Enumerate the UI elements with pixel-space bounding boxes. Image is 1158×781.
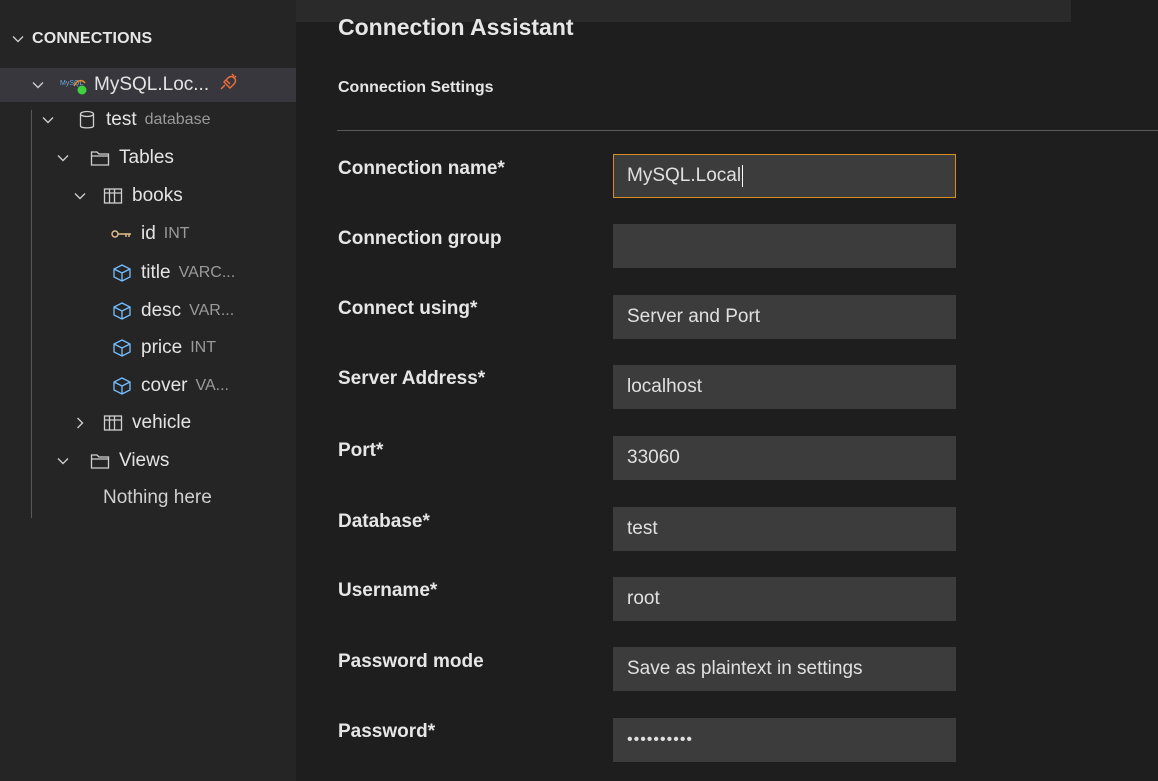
connection-name-input[interactable]: MySQL.Local — [613, 154, 956, 198]
connect-using-value: Server and Port — [627, 306, 761, 327]
table-icon — [102, 186, 124, 206]
chevron-down-icon — [30, 77, 46, 93]
disconnect-icon[interactable] — [217, 71, 239, 99]
connection-name-value: MySQL.Local — [627, 165, 742, 186]
connections-header-label: CONNECTIONS — [32, 30, 153, 47]
database-value: test — [627, 518, 658, 539]
connection-group-input[interactable] — [613, 224, 956, 268]
tree-item-column[interactable]: desc VAR... — [0, 294, 296, 328]
connections-section-header[interactable]: CONNECTIONS — [10, 30, 152, 48]
page-title: Connection Assistant — [338, 14, 574, 40]
server-address-value: localhost — [627, 376, 702, 397]
port-input[interactable]: 33060 — [613, 436, 956, 480]
password-input[interactable]: •••••••••• — [613, 718, 956, 762]
chevron-down-icon — [72, 188, 88, 204]
password-value: •••••••••• — [627, 731, 694, 748]
tree-item-table-books[interactable]: books — [0, 179, 296, 213]
views-empty-message: Nothing here — [103, 487, 212, 508]
tree-item-table-vehicle[interactable]: vehicle — [0, 406, 296, 440]
folder-icon — [89, 451, 111, 471]
connection-group-label: Connection group — [338, 228, 502, 249]
tables-folder-label: Tables — [119, 147, 174, 168]
database-label: Database* — [338, 511, 430, 532]
password-mode-select[interactable]: Save as plaintext in settings — [613, 647, 956, 691]
column-label: price — [141, 337, 183, 358]
port-value: 33060 — [627, 447, 680, 468]
column-type: INT — [163, 225, 190, 242]
column-icon — [111, 301, 133, 321]
chevron-down-icon — [10, 31, 26, 47]
table-icon — [102, 413, 124, 433]
chevron-down-icon — [55, 150, 71, 166]
connection-name-label: Connection name* — [338, 158, 505, 179]
username-label: Username* — [338, 580, 438, 601]
tree-item-connection[interactable]: MySQL MySQL.Loc... — [0, 68, 296, 102]
database-label: test — [106, 109, 137, 130]
section-title: Connection Settings — [338, 79, 494, 96]
tree-item-tables-folder[interactable]: Tables — [0, 141, 296, 175]
connect-using-label: Connect using* — [338, 298, 478, 319]
key-icon — [111, 224, 133, 244]
port-label: Port* — [338, 440, 384, 461]
tree-item-column[interactable]: id INT — [0, 217, 296, 251]
database-icon — [76, 110, 98, 130]
column-type: VAR... — [189, 302, 235, 319]
table-label: books — [132, 185, 183, 206]
app-window: CONNECTIONS MySQL MySQL.Loc... test data… — [0, 0, 1158, 781]
connections-sidebar: CONNECTIONS MySQL MySQL.Loc... test data… — [0, 0, 296, 781]
password-label: Password* — [338, 721, 436, 742]
tree-item-column[interactable]: price INT — [0, 331, 296, 365]
tree-indent-guide — [31, 110, 32, 518]
username-input[interactable]: root — [613, 577, 956, 621]
column-type: INT — [190, 339, 216, 356]
views-folder-label: Views — [119, 450, 170, 471]
column-label: cover — [141, 375, 188, 396]
connection-assistant-panel: Connection Assistant Connection Settings… — [296, 0, 1158, 781]
username-value: root — [627, 588, 660, 609]
connection-label: MySQL.Loc... — [94, 74, 210, 95]
chevron-down-icon — [40, 112, 56, 128]
column-label: desc — [141, 300, 182, 321]
column-icon — [111, 263, 133, 283]
password-mode-value: Save as plaintext in settings — [627, 658, 863, 679]
database-desc: database — [144, 111, 211, 128]
connect-using-select[interactable]: Server and Port — [613, 295, 956, 339]
column-icon — [111, 376, 133, 396]
section-divider — [337, 130, 1158, 131]
table-label: vehicle — [132, 412, 192, 433]
tree-item-views-folder[interactable]: Views — [0, 444, 296, 478]
column-type: VA... — [195, 377, 229, 394]
chevron-right-icon — [72, 415, 88, 431]
tree-item-column[interactable]: cover VA... — [0, 369, 296, 403]
text-caret — [742, 165, 744, 187]
server-address-label: Server Address* — [338, 368, 486, 389]
password-mode-label: Password mode — [338, 651, 484, 672]
column-label: title — [141, 262, 171, 283]
column-icon — [111, 338, 133, 358]
chevron-down-icon — [55, 453, 71, 469]
tree-item-database[interactable]: test database — [0, 103, 296, 137]
server-address-input[interactable]: localhost — [613, 365, 956, 409]
tree-item-column[interactable]: title VARC... — [0, 256, 296, 290]
database-input[interactable]: test — [613, 507, 956, 551]
column-label: id — [141, 223, 156, 244]
mysql-logo-icon: MySQL — [60, 74, 90, 96]
column-type: VARC... — [178, 264, 236, 281]
folder-icon — [89, 148, 111, 168]
